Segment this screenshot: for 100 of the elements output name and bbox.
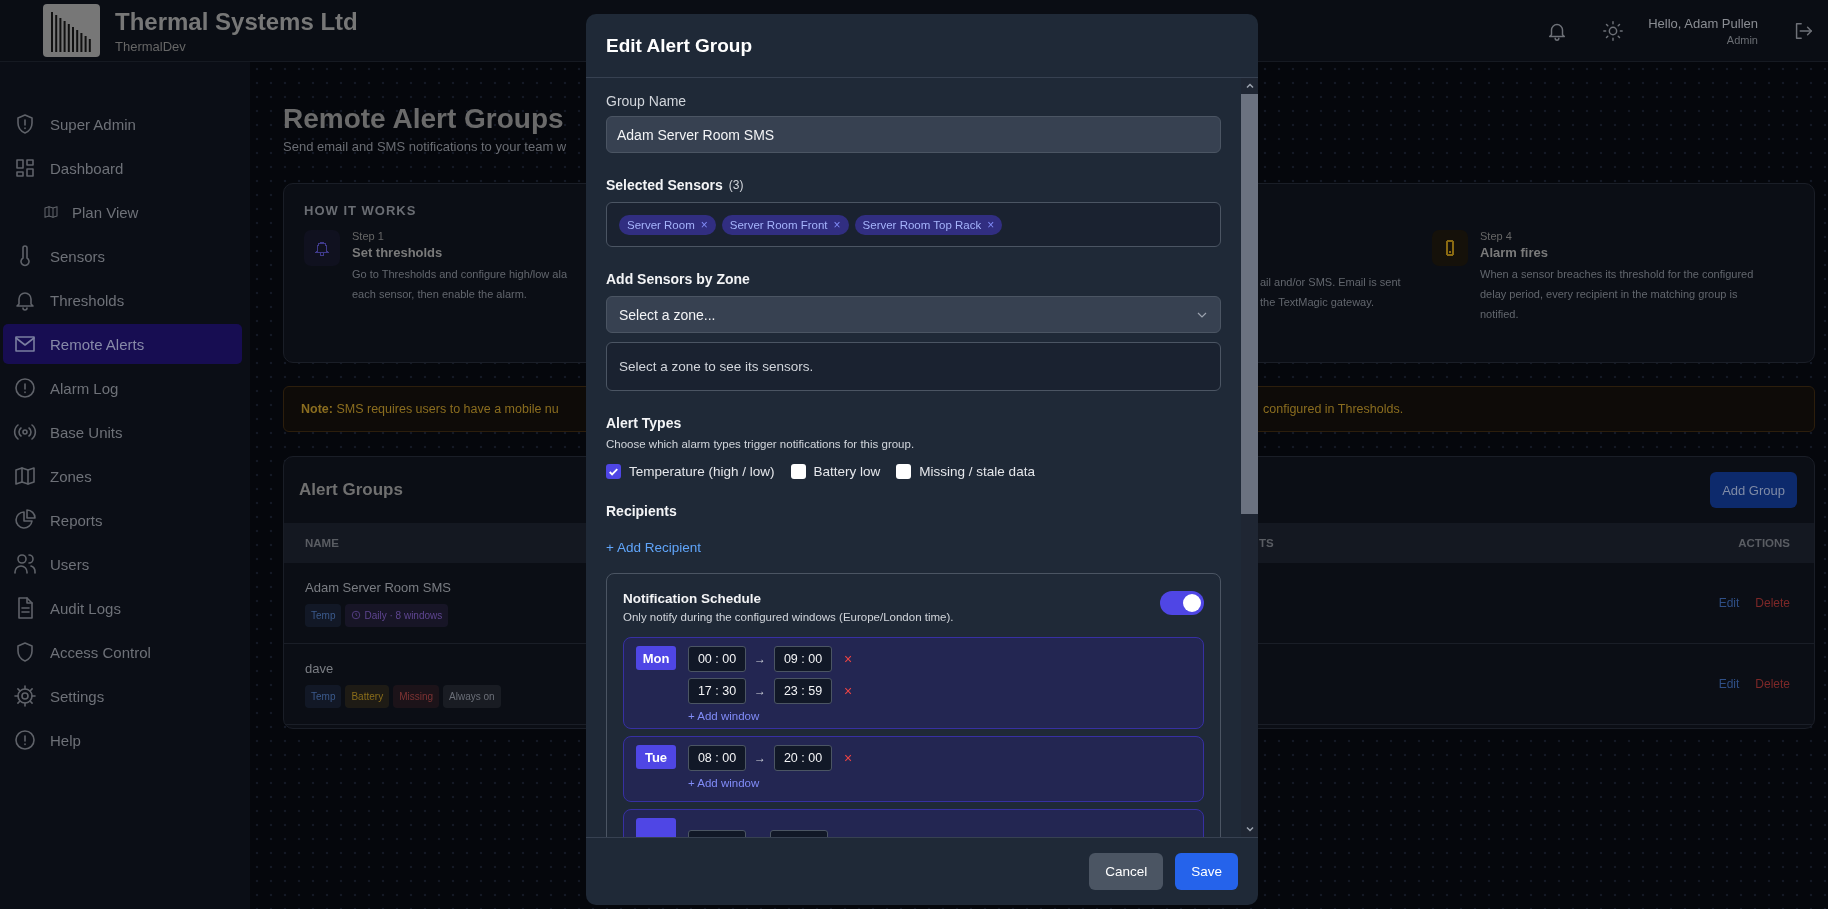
schedule-toggle[interactable] bbox=[1160, 591, 1204, 615]
map-icon bbox=[43, 204, 59, 220]
time-field[interactable]: 00 : 00 bbox=[688, 646, 746, 672]
pie-chart-icon bbox=[13, 508, 37, 532]
sidebar-item[interactable]: Thresholds bbox=[3, 280, 242, 320]
step-number: Step 4 bbox=[1480, 230, 1513, 242]
remove-chip-button[interactable]: × bbox=[987, 217, 995, 232]
section-label: Recipients bbox=[606, 503, 678, 519]
sidebar-item[interactable]: Reports bbox=[3, 500, 242, 540]
step-title: Set thresholds bbox=[352, 245, 444, 260]
workspace-name: ThermalDev bbox=[115, 38, 187, 54]
add-group-button[interactable]: Add Group bbox=[1710, 472, 1797, 508]
selected-sensors-field[interactable]: Server Room × Server Room Front × Server Room Top Rack × bbox=[606, 202, 1221, 247]
step-description: delay period, every recipient in the matching group is bbox=[1480, 287, 1739, 302]
add-recipient-link[interactable]: + Add Recipient bbox=[606, 540, 701, 555]
add-window-link[interactable]: + Add window bbox=[688, 777, 853, 789]
sidebar-item[interactable]: Users bbox=[3, 544, 242, 584]
remove-window-button[interactable]: × bbox=[844, 651, 853, 667]
time-field[interactable]: 17 : 30 bbox=[688, 678, 746, 704]
time-field[interactable]: 08 : 00 bbox=[688, 745, 746, 771]
sidebar-item[interactable]: Zones bbox=[3, 456, 242, 496]
chip-label: Server Room bbox=[627, 218, 695, 231]
sidebar-item[interactable]: Alarm Log bbox=[3, 368, 242, 408]
step-description: each sensor, then enable the alarm. bbox=[352, 287, 528, 302]
step-title: Alarm fires bbox=[1480, 245, 1549, 260]
remove-window-button[interactable]: × bbox=[844, 683, 853, 699]
time-field[interactable]: 23 : 59 bbox=[774, 678, 832, 704]
exclamation-circle-icon bbox=[13, 728, 37, 752]
step-description: the TextMagic gateway. bbox=[1260, 295, 1375, 310]
column-header: NAME bbox=[305, 537, 339, 549]
remove-chip-button[interactable]: × bbox=[700, 217, 708, 232]
remove-window-button[interactable]: × bbox=[844, 750, 853, 766]
step-description: ail and/or SMS. Email is sent bbox=[1260, 275, 1402, 290]
day-badge bbox=[636, 818, 676, 837]
cancel-button[interactable]: Cancel bbox=[1089, 853, 1164, 890]
edit-link[interactable]: Edit bbox=[1718, 677, 1740, 691]
gear-icon bbox=[13, 684, 37, 708]
page-title: Remote Alert Groups bbox=[283, 102, 564, 136]
sidebar-item[interactable]: Access Control bbox=[3, 632, 242, 672]
edit-link[interactable]: Edit bbox=[1718, 596, 1740, 610]
grid-icon bbox=[13, 156, 37, 180]
sidebar-item[interactable]: Audit Logs bbox=[3, 588, 242, 628]
sidebar-item[interactable]: Settings bbox=[3, 676, 242, 716]
chip-label: Server Room Top Rack bbox=[862, 218, 982, 231]
tag: Daily · 8 windows bbox=[345, 603, 449, 627]
day-badge: Mon bbox=[636, 646, 676, 670]
sidebar-item[interactable]: Help bbox=[3, 720, 242, 760]
save-button[interactable]: Save bbox=[1175, 853, 1238, 890]
time-field[interactable]: 20 : 00 bbox=[774, 745, 832, 771]
sidebar-item[interactable]: Dashboard bbox=[3, 148, 242, 188]
sidebar-item[interactable]: Plan View bbox=[3, 192, 242, 232]
schedule-title: Notification Schedule bbox=[623, 591, 762, 606]
checkbox-label: Battery low bbox=[813, 464, 881, 479]
checkbox-label: Temperature (high / low) bbox=[629, 464, 775, 479]
sidebar-item[interactable]: Super Admin bbox=[3, 104, 242, 144]
time-field[interactable]: 09 : 00 bbox=[774, 646, 832, 672]
group-name-field[interactable]: Adam Server Room SMS bbox=[606, 116, 1221, 153]
tag: Always on bbox=[443, 684, 501, 708]
hint-text: Select a zone to see its sensors. bbox=[619, 359, 814, 374]
column-header: ACTIONS bbox=[1738, 537, 1790, 549]
section-description: Choose which alarm types trigger notifications for this group. bbox=[606, 438, 916, 450]
page-subtitle: Send email and SMS notifications to your team w bbox=[283, 139, 567, 154]
delete-link[interactable]: Delete bbox=[1755, 596, 1790, 610]
map-icon bbox=[13, 464, 37, 488]
logo-icon bbox=[43, 4, 100, 57]
step-number: Step 1 bbox=[352, 230, 385, 242]
add-window-link[interactable]: + Add window bbox=[688, 710, 853, 722]
chip-label: Server Room Front bbox=[729, 218, 828, 231]
arrow-text: → bbox=[754, 684, 766, 698]
group-name: dave bbox=[305, 660, 334, 676]
note-text: configured in Thresholds. bbox=[1262, 402, 1405, 416]
users-icon bbox=[13, 552, 37, 576]
section-label: Add Sensors by Zone bbox=[606, 271, 751, 287]
exclamation-circle-icon bbox=[13, 376, 37, 400]
note-text: Note: SMS requires users to have a mobile nu bbox=[301, 402, 560, 416]
remove-chip-button[interactable]: × bbox=[833, 217, 841, 232]
column-header: TS bbox=[1259, 537, 1274, 549]
checkbox[interactable] bbox=[606, 464, 621, 479]
tag: Battery bbox=[345, 684, 390, 708]
checkbox[interactable] bbox=[790, 464, 806, 479]
tag: Temp bbox=[305, 684, 342, 708]
sidebar-item[interactable]: Base Units bbox=[3, 412, 242, 452]
user-greeting: Hello, Adam Pullen bbox=[1648, 15, 1758, 31]
checkbox[interactable] bbox=[896, 464, 912, 479]
section-label: Selected Sensors bbox=[606, 177, 723, 193]
clock-icon bbox=[351, 610, 362, 620]
schedule-description: Only notify during the configured windows (Europe/London time). bbox=[623, 611, 954, 623]
sidebar-item[interactable]: Sensors bbox=[3, 236, 242, 276]
sidebar-item[interactable]: Remote Alerts bbox=[3, 324, 242, 364]
zone-select[interactable]: Select a zone... bbox=[606, 296, 1221, 333]
sun-icon[interactable] bbox=[1602, 19, 1625, 42]
group-name: Adam Server Room SMS bbox=[305, 579, 451, 595]
delete-link[interactable]: Delete bbox=[1755, 677, 1790, 691]
tag: Temp bbox=[305, 603, 342, 627]
section-heading: HOW IT WORKS bbox=[304, 203, 418, 218]
scrollbar[interactable] bbox=[1241, 78, 1258, 837]
scroll-down-icon[interactable] bbox=[1244, 824, 1255, 834]
sensor-count: (3) bbox=[728, 178, 744, 192]
company-name: Thermal Systems Ltd bbox=[115, 7, 358, 36]
scroll-up-icon[interactable] bbox=[1244, 81, 1255, 91]
